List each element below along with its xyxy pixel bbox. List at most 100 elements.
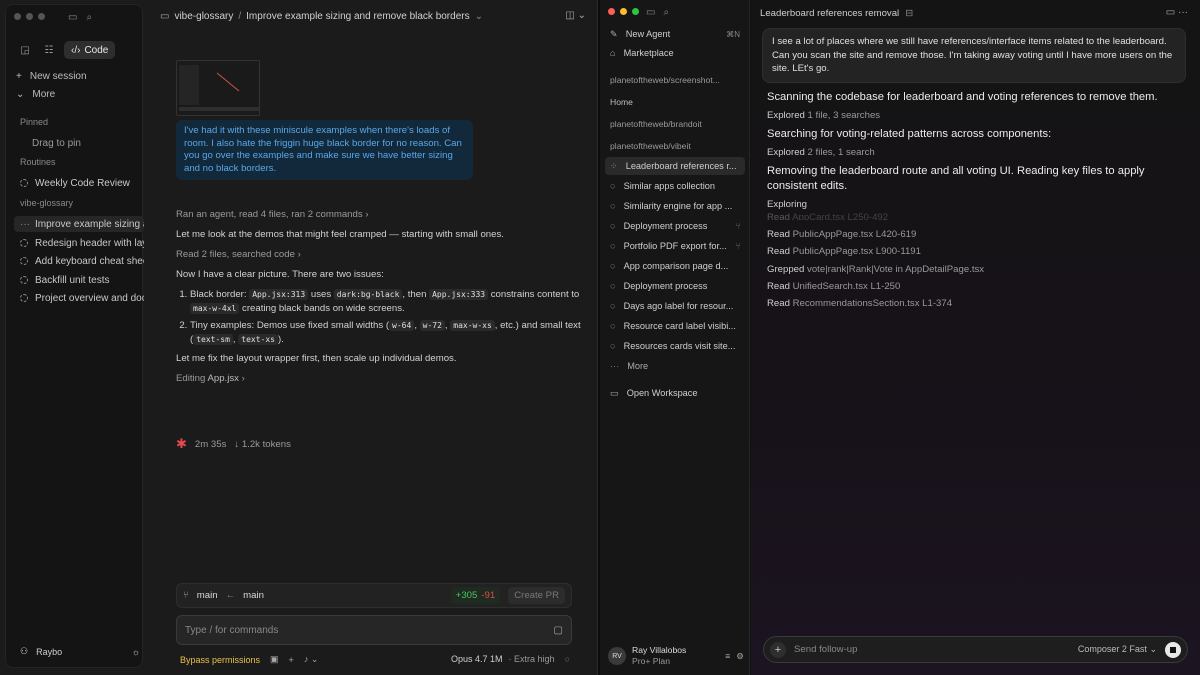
diff-stats[interactable]: +305 -91 [450, 587, 501, 604]
project-heading: vibe-glossary [20, 198, 74, 208]
tasks-icon[interactable]: ☷ [40, 41, 58, 59]
agent-item[interactable]: ○ Deployment process [605, 277, 745, 295]
assistant-line: Let me fix the layout wrapper first, the… [176, 353, 457, 364]
chevron-down-icon[interactable]: ⌄ [475, 11, 483, 22]
session-item[interactable]: Add keyboard cheat sheet [14, 253, 144, 269]
archive-icon[interactable]: ⊟ [905, 8, 913, 19]
attach-icon[interactable]: ▣ [270, 654, 279, 665]
square-icon[interactable]: ▢ [554, 625, 563, 636]
activity-summary-1[interactable]: Ran an agent, read 4 files, ran 2 comman… [176, 209, 369, 220]
mic-icon[interactable]: ♪ ⌄ [304, 654, 319, 665]
activity-summary-2[interactable]: Read 2 files, searched code › [176, 249, 301, 260]
branch-to[interactable]: main [243, 590, 264, 601]
agent-item[interactable]: ○ Portfolio PDF export for... ⑂ [605, 237, 745, 255]
session-item[interactable]: Redesign header with layout [14, 235, 144, 251]
routine-item[interactable]: Weekly Code Review [14, 175, 144, 191]
agent-item[interactable]: ○ Similarity engine for app ... [605, 197, 745, 215]
workspace-heading[interactable]: planetoftheweb/screenshot... [610, 75, 720, 85]
search-icon[interactable]: ⌕ [86, 12, 92, 23]
close-dot-icon[interactable] [14, 13, 21, 20]
agent-item[interactable]: ⁘ Leaderboard references r... [605, 157, 745, 175]
zoom-dot-icon[interactable] [632, 8, 639, 15]
model-picker[interactable]: Composer 2 Fast ⌄ [1078, 644, 1157, 655]
tool-call-row[interactable]: Read PublicAppPage.tsx L420-619 [767, 229, 916, 240]
routine-label: Weekly Code Review [35, 177, 130, 189]
session-item[interactable]: ··· Improve example sizing and remove bl… [14, 216, 144, 232]
agent-label: Deployment process [623, 281, 708, 291]
follow-up-input[interactable]: + Send follow-up Composer 2 Fast ⌄ [763, 636, 1188, 663]
workspace-heading[interactable]: planetoftheweb/brandoit [610, 119, 702, 129]
agent-item[interactable]: ○ Resource card label visibi... [605, 317, 745, 335]
tool-detail: UnifiedSearch.tsx L1-250 [792, 281, 901, 292]
breadcrumb-title[interactable]: Improve example sizing and remove black … [246, 11, 469, 22]
sidebar-toggle-icon[interactable]: ▭ [646, 7, 655, 18]
branch-icon: ⑂ [183, 590, 189, 601]
session-item[interactable]: Backfill unit tests [14, 272, 144, 288]
more-button[interactable]: ⌄ More [16, 86, 55, 102]
gear-icon[interactable]: ⚙ [736, 651, 744, 662]
explored-summary[interactable]: Explored 1 file, 3 searches [767, 110, 880, 121]
workspace-heading[interactable]: planetoftheweb/vibeit [610, 141, 691, 151]
window-actions[interactable]: ▭ ··· [1166, 7, 1188, 18]
close-dot-icon[interactable] [608, 8, 615, 15]
branch-from[interactable]: main [197, 590, 218, 601]
tool-call-row[interactable]: Read RecommendationsSection.tsx L1-374 [767, 298, 952, 309]
agent-item[interactable]: ○ Deployment process ⑂ [605, 217, 745, 235]
editing-status[interactable]: Editing App.jsx › [176, 373, 245, 384]
agent-item[interactable]: ○ App comparison page d... [605, 257, 745, 275]
agent-icon: ✎ [610, 28, 618, 39]
workspace-icon: ▭ [610, 387, 619, 398]
home-link[interactable]: Home [610, 97, 633, 107]
tool-verb: Grepped [767, 264, 805, 275]
marketplace-label: Marketplace [623, 48, 674, 58]
plus-icon[interactable]: + [770, 641, 786, 658]
tool-call-row[interactable]: Read AppCard.tsx L250-492 [767, 212, 888, 220]
zoom-dot-icon[interactable] [38, 13, 45, 20]
agent-item[interactable]: ○ Days ago label for resour... [605, 297, 745, 315]
new-agent-button[interactable]: ✎ New Agent ⌘N [605, 25, 745, 43]
explored-summary[interactable]: Explored 2 files, 1 search [767, 147, 875, 158]
agent-label: Similarity engine for app ... [623, 201, 733, 211]
split-view-icon[interactable]: ◫ ⌄ [565, 10, 586, 21]
session-label: Project overview and docs [35, 292, 144, 304]
minimize-dot-icon[interactable] [26, 13, 33, 20]
attached-screenshot-thumbnail[interactable] [176, 60, 260, 116]
code-mode-label: Code [84, 44, 109, 56]
marketplace-link[interactable]: ⌂ Marketplace [605, 44, 745, 62]
model-selector[interactable]: Opus 4.7 1M · Extra high ○ [451, 654, 570, 664]
tool-call-row[interactable]: Read PublicAppPage.tsx L900-1191 [767, 246, 921, 257]
user-name: Ray Villalobos [632, 645, 687, 655]
agent-item[interactable]: ○ Resources cards visit site... [605, 337, 745, 355]
sidebar-toggle-icon[interactable]: ▭ [68, 12, 77, 23]
claude-code-window: ▭ ⌕ ◲ ☷ ‹/› Code + New session ⌄ More Pi… [0, 0, 598, 675]
breadcrumb-project[interactable]: vibe-glossary [174, 11, 233, 22]
create-pr-button[interactable]: Create PR [508, 587, 565, 604]
more-agents-button[interactable]: ··· More [605, 357, 745, 375]
arrow-left-icon: ← [225, 590, 236, 601]
plus-icon[interactable]: + [289, 655, 294, 665]
minimize-dot-icon[interactable] [620, 8, 627, 15]
agent-step: Scanning the codebase for leaderboard an… [767, 91, 1158, 103]
user-profile[interactable]: RV Ray Villalobos Pro+ Plan ≡ ⚙ [608, 645, 744, 667]
search-icon[interactable]: ⌕ [663, 7, 669, 18]
user-row[interactable]: ⚇ Raybo ☼ [20, 646, 140, 657]
agent-item[interactable]: ○ Similar apps collection [605, 177, 745, 195]
open-workspace-button[interactable]: ▭ Open Workspace [605, 384, 745, 402]
window-controls [608, 8, 639, 15]
stop-icon[interactable] [1165, 641, 1181, 658]
session-item[interactable]: Project overview and docs [14, 290, 144, 306]
exploring-label[interactable]: Exploring [767, 199, 807, 210]
command-input[interactable]: Type / for commands ▢ [176, 615, 572, 645]
screenshot-preview [177, 61, 259, 115]
tool-call-row[interactable]: Read UnifiedSearch.tsx L1-250 [767, 281, 900, 292]
conversation-title-text[interactable]: Leaderboard references removal [760, 8, 899, 19]
new-session-button[interactable]: + New session [16, 68, 87, 84]
sun-icon[interactable]: ☼ [132, 647, 140, 657]
tool-call-row[interactable]: Grepped vote|rank|Rank|Vote in AppDetail… [767, 264, 984, 275]
chat-icon[interactable]: ◲ [16, 41, 34, 59]
user-message-bubble: I've had it with these miniscule example… [176, 120, 473, 180]
filter-icon[interactable]: ≡ [725, 651, 730, 661]
code-mode-button[interactable]: ‹/› Code [64, 41, 116, 59]
bypass-permissions-button[interactable]: Bypass permissions [180, 655, 260, 665]
user-message-bubble: I see a lot of places where we still hav… [762, 28, 1186, 83]
